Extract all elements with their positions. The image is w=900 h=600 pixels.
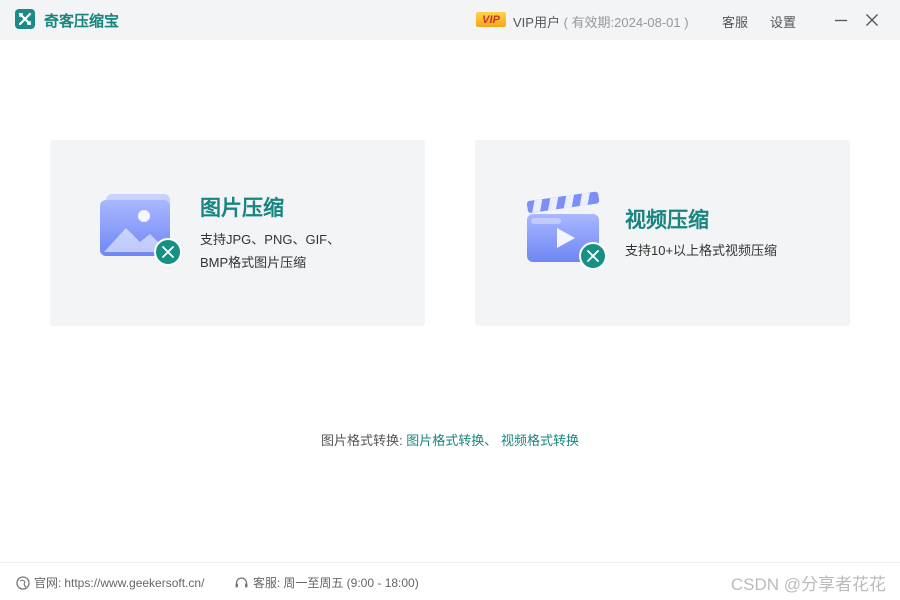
image-compress-title: 图片压缩 xyxy=(200,197,284,220)
globe-icon xyxy=(16,575,30,590)
image-compress-card[interactable]: 图片压缩 支持JPG、PNG、GIF、 BMP格式图片压缩 xyxy=(50,140,425,326)
website-label: 官网: xyxy=(34,576,62,590)
website-info: 官网: https://www.geekersoft.cn/ xyxy=(16,574,204,591)
app-logo-icon xyxy=(15,9,35,29)
close-icon xyxy=(866,14,878,26)
watermark: CSDN @分享者花花 xyxy=(730,575,886,594)
link-separator: 、 xyxy=(484,433,498,448)
vip-expiry: ( 有效期:2024-08-01 ) xyxy=(563,15,689,30)
service-label: 客服: xyxy=(253,576,281,590)
minimize-icon xyxy=(835,19,847,22)
image-compress-desc: 支持JPG、PNG、GIF、 BMP格式图片压缩 xyxy=(200,228,340,274)
website-url-link[interactable]: https://www.geekersoft.cn/ xyxy=(64,576,204,590)
image-format-convert-link[interactable]: 图片格式转换 xyxy=(406,433,484,448)
video-compress-desc: 支持10+以上格式视频压缩 xyxy=(625,243,778,258)
video-format-convert-link[interactable]: 视频格式转换 xyxy=(501,433,579,448)
headset-icon xyxy=(235,576,248,587)
minimize-button[interactable] xyxy=(830,9,852,31)
close-button[interactable] xyxy=(861,9,883,31)
format-conversion-label: 图片格式转换: xyxy=(321,433,403,448)
vip-user-label: VIP用户 xyxy=(513,15,560,30)
app-title: 奇客压缩宝 xyxy=(44,13,120,30)
footer: 官网: https://www.geekersoft.cn/ 客服: 周一至周五… xyxy=(0,562,900,600)
vip-status: VIP用户 ( 有效期:2024-08-01 ) xyxy=(513,12,689,31)
vip-badge: VIP xyxy=(476,12,506,27)
service-hours: 周一至周五 (9:00 - 18:00) xyxy=(283,576,419,590)
service-hours-info: 客服: 周一至周五 (9:00 - 18:00) xyxy=(234,574,419,591)
compress-badge-icon xyxy=(154,238,182,271)
video-compress-card[interactable]: 视频压缩 支持10+以上格式视频压缩 xyxy=(475,140,850,326)
video-compress-title: 视频压缩 xyxy=(625,209,709,232)
image-compress-desc-line2: BMP格式图片压缩 xyxy=(200,255,307,270)
compress-badge-icon xyxy=(579,242,607,275)
service-button[interactable]: 客服 xyxy=(722,12,748,31)
title-bar: 奇客压缩宝 VIP VIP用户 ( 有效期:2024-08-01 ) 客服 设置 xyxy=(0,0,900,40)
settings-button[interactable]: 设置 xyxy=(770,12,796,31)
format-conversion-row: 图片格式转换: 图片格式转换、 视频格式转换 xyxy=(0,430,900,449)
image-compress-desc-line1: 支持JPG、PNG、GIF、 xyxy=(200,232,341,247)
